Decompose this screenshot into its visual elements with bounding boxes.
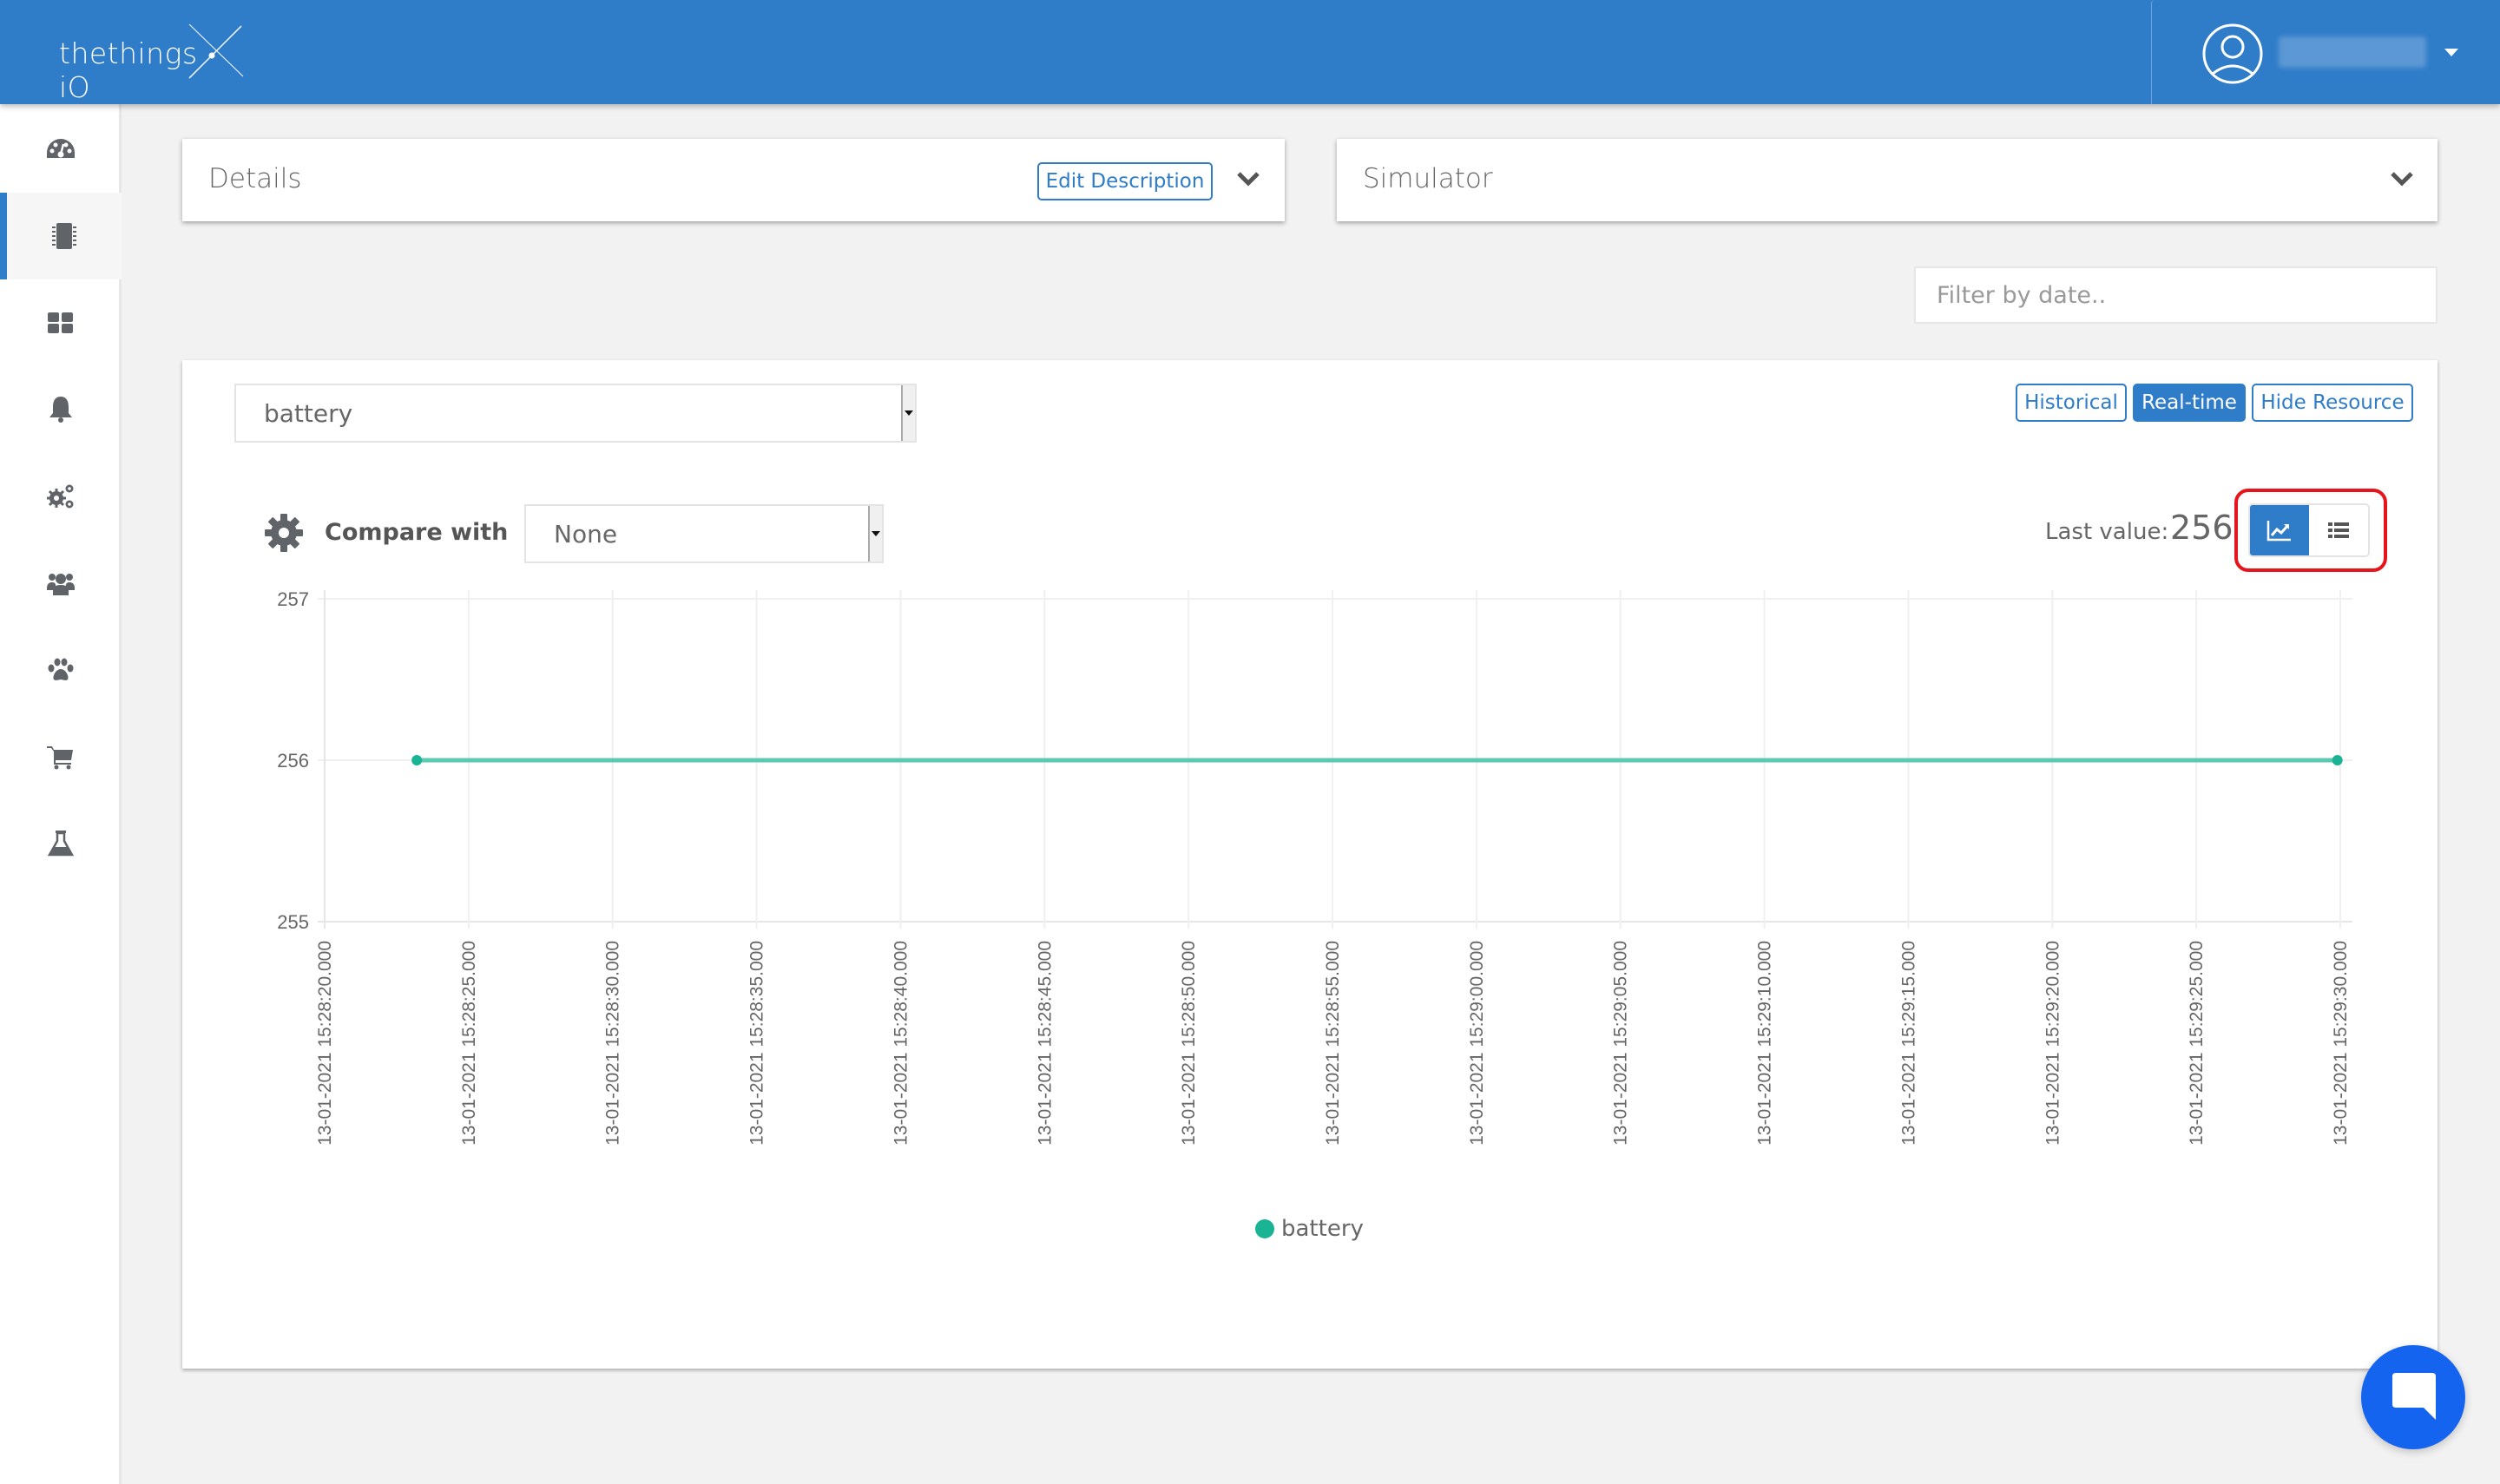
y-tick-label: 256 <box>277 750 309 772</box>
logo-slash-icon <box>188 24 244 79</box>
data-point-battery <box>2332 755 2343 765</box>
chat-bubble-icon <box>2392 1373 2436 1420</box>
username <box>2279 36 2426 68</box>
user-menu[interactable] <box>2151 0 2500 104</box>
x-tick-label: 13-01-2021 15:28:50.000 <box>1179 941 1199 1146</box>
x-tick-label: 13-01-2021 15:29:00.000 <box>1467 941 1487 1146</box>
top-navbar: thethingsiO <box>0 0 2500 104</box>
chat-widget-button[interactable] <box>2361 1345 2465 1449</box>
x-tick-label: 13-01-2021 15:28:55.000 <box>1323 941 1343 1146</box>
x-tick-label: 13-01-2021 15:28:45.000 <box>1035 941 1055 1146</box>
user-circle-icon <box>2202 23 2263 84</box>
legend-dot-battery <box>1255 1219 1274 1238</box>
x-tick-label: 13-01-2021 15:29:25.000 <box>2187 941 2207 1146</box>
logo[interactable]: thethingsiO <box>59 24 250 104</box>
x-tick-label: 13-01-2021 15:28:25.000 <box>459 941 479 1146</box>
data-point-battery <box>411 755 423 765</box>
x-tick-label: 13-01-2021 15:29:15.000 <box>1898 941 1918 1146</box>
x-tick-label: 13-01-2021 15:28:20.000 <box>315 941 335 1146</box>
battery-line-chart: 257 256 255 13-01-2021 15:28:20.000 13-01-2… <box>277 588 2352 1146</box>
x-tick-label: 13-01-2021 15:29:10.000 <box>1755 941 1775 1146</box>
x-tick-label: 13-01-2021 15:29:20.000 <box>2043 941 2062 1146</box>
y-tick-label: 257 <box>277 588 309 610</box>
y-tick-label: 255 <box>277 911 309 933</box>
legend-label-battery: battery <box>1281 1216 1364 1242</box>
x-tick-label: 13-01-2021 15:29:30.000 <box>2331 941 2351 1146</box>
x-tick-label: 13-01-2021 15:28:30.000 <box>603 941 623 1146</box>
x-tick-label: 13-01-2021 15:29:05.000 <box>1611 941 1631 1146</box>
caret-down-icon[interactable] <box>2444 49 2458 56</box>
x-tick-label: 13-01-2021 15:28:40.000 <box>891 941 911 1146</box>
chart-legend[interactable]: battery <box>1255 1216 1364 1242</box>
x-tick-label: 13-01-2021 15:28:35.000 <box>747 941 767 1146</box>
